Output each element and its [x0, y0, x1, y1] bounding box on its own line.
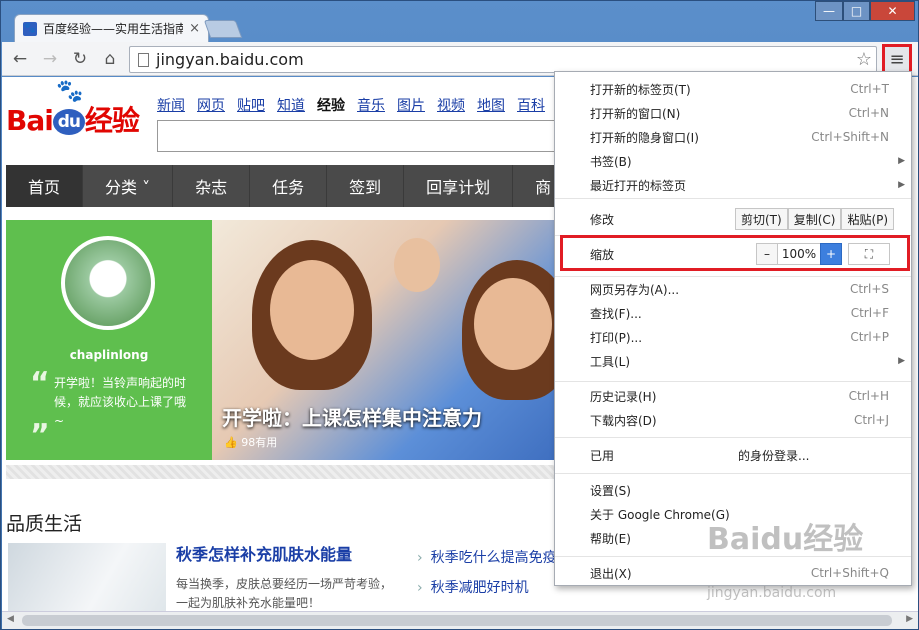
- forward-button[interactable]: →: [38, 47, 62, 71]
- related-link[interactable]: › 秋季吃什么提高免疫: [417, 547, 557, 567]
- close-quote-icon: ”: [30, 418, 50, 453]
- back-button[interactable]: ←: [8, 47, 32, 71]
- bookmark-star-icon[interactable]: ☆: [856, 49, 872, 70]
- submenu-arrow-icon: ▶: [898, 156, 905, 166]
- cut-button[interactable]: 剪切(T): [735, 208, 788, 230]
- scrollbar-thumb[interactable]: [22, 615, 892, 626]
- nav-item[interactable]: 杂志: [173, 165, 251, 207]
- username[interactable]: chaplinlong: [6, 348, 212, 362]
- top-nav: 新闻 网页 贴吧 知道 经验 音乐 图片 视频 地图 百科: [157, 95, 545, 115]
- article-desc: 每当换季，皮肤总要经历一场严苛考验，一起为肌肤补充水能量吧！: [176, 577, 393, 610]
- url-text[interactable]: jingyan.baidu.com: [156, 50, 304, 69]
- tab-close-icon[interactable]: ×: [189, 21, 200, 36]
- menu-exit[interactable]: 退出(X) Ctrl+Shift+Q: [555, 561, 911, 585]
- page-icon: [138, 52, 149, 67]
- related-link[interactable]: › 秋季减肥好时机: [417, 577, 557, 597]
- menu-item[interactable]: 打开新的窗口(N) Ctrl+N: [555, 101, 911, 125]
- menu-item[interactable]: 查找(F)... Ctrl+F: [555, 301, 911, 325]
- menu-item[interactable]: 下载内容(D) Ctrl+J: [555, 408, 911, 432]
- avatar[interactable]: [61, 236, 155, 330]
- tab-baidu-jingyan[interactable]: 🐾 百度经验——实用生活指南 ×: [14, 14, 209, 42]
- hero-likes: 👍 98有用: [224, 436, 278, 449]
- related-list: › 秋季吃什么提高免疫 › 秋季减肥好时机: [417, 547, 557, 607]
- menu-item[interactable]: 打印(P)... Ctrl+P: [555, 325, 911, 349]
- menu-item[interactable]: 设置(S): [555, 478, 911, 502]
- article-thumbnail[interactable]: [8, 543, 166, 611]
- profile-quote: 开学啦！当铃声响起的时候，就应该收心上课了哦~: [54, 376, 187, 428]
- fullscreen-button[interactable]: ⛶: [848, 243, 890, 265]
- nav-item[interactable]: 回享计划: [404, 165, 514, 207]
- menu-item[interactable]: 最近打开的标签页 ▶: [555, 173, 911, 197]
- nav-item[interactable]: 首页: [6, 165, 84, 207]
- submenu-arrow-icon: ▶: [898, 356, 905, 366]
- address-bar[interactable]: jingyan.baidu.com ☆: [129, 46, 877, 73]
- zoom-level: 100%: [777, 243, 821, 265]
- close-window-button[interactable]: ✕: [870, 1, 915, 21]
- menu-item[interactable]: 书签(B) ▶: [555, 149, 911, 173]
- search-input[interactable]: [157, 120, 577, 152]
- submenu-arrow-icon: ▶: [898, 180, 905, 190]
- top-nav-link[interactable]: 地图: [477, 95, 505, 115]
- article-title[interactable]: 秋季怎样补充肌肤水能量: [176, 541, 352, 565]
- chrome-menu-button[interactable]: ≡: [882, 44, 912, 74]
- divider-strip: [6, 465, 556, 479]
- top-nav-link[interactable]: 网页: [197, 95, 225, 115]
- horizontal-scrollbar[interactable]: ◀ ▶: [2, 611, 918, 629]
- menu-item[interactable]: 打开新的隐身窗口(I) Ctrl+Shift+N: [555, 125, 911, 149]
- new-tab-button[interactable]: [203, 20, 243, 38]
- scroll-left-icon[interactable]: ◀: [7, 614, 14, 624]
- maximize-button[interactable]: □: [843, 1, 870, 21]
- copy-button[interactable]: 复制(C): [787, 208, 842, 230]
- nav-item[interactable]: 签到: [327, 165, 405, 207]
- nav-item[interactable]: 任务: [250, 165, 328, 207]
- paste-button[interactable]: 粘贴(P): [841, 208, 895, 230]
- zoom-out-button[interactable]: –: [756, 243, 778, 265]
- chrome-menu: 打开新的标签页(T) Ctrl+T 打开新的窗口(N) Ctrl+N 打开新的隐身窗口(…: [554, 71, 912, 586]
- menu-item[interactable]: 打开新的标签页(T) Ctrl+T: [555, 77, 911, 101]
- paw-logo-icon: 🐾: [56, 79, 83, 104]
- menu-item[interactable]: 历史记录(H) Ctrl+H: [555, 384, 911, 408]
- menu-edit-row: 修改 剪切(T) 复制(C) 粘贴(P): [555, 207, 911, 231]
- user-profile-card: chaplinlong “ 开学啦！当铃声响起的时候，就应该收心上课了哦~ ”: [6, 220, 212, 460]
- top-nav-link[interactable]: 经验: [317, 95, 345, 115]
- baidu-jingyan-logo[interactable]: 🐾 Bai du 经验: [6, 79, 140, 139]
- top-nav-link[interactable]: 新闻: [157, 95, 185, 115]
- top-nav-link[interactable]: 知道: [277, 95, 305, 115]
- top-nav-link[interactable]: 图片: [397, 95, 425, 115]
- hero-caption[interactable]: 开学啦：上课怎样集中注意力: [222, 402, 482, 431]
- watermark: Baidu经验: [707, 522, 864, 557]
- top-nav-link[interactable]: 视频: [437, 95, 465, 115]
- open-quote-icon: “: [30, 366, 50, 401]
- menu-item[interactable]: 网页另存为(A)... Ctrl+S: [555, 277, 911, 301]
- main-nav-bar: 首页 分类 ˅ 杂志 任务 签到 回享计划商: [6, 165, 606, 207]
- browser-window: — □ ✕ 🐾 百度经验——实用生活指南 × ← → ↻ ⌂ jingyan.b…: [0, 0, 919, 630]
- section-title: 品质生活: [6, 513, 83, 535]
- top-nav-link[interactable]: 贴吧: [237, 95, 265, 115]
- watermark-sub: jingyan.baidu.com: [707, 585, 837, 601]
- menu-item[interactable]: 工具(L) ▶: [555, 349, 911, 373]
- paw-favicon-icon: 🐾: [23, 21, 37, 36]
- zoom-in-button[interactable]: +: [820, 243, 842, 265]
- home-button[interactable]: ⌂: [98, 47, 122, 71]
- reload-button[interactable]: ↻: [68, 47, 92, 71]
- minimize-button[interactable]: —: [815, 1, 843, 21]
- menu-signin[interactable]: 已用 的身份登录...: [555, 443, 911, 467]
- tab-title: 百度经验——实用生活指南: [43, 22, 184, 36]
- scroll-right-icon[interactable]: ▶: [906, 614, 913, 624]
- top-nav-link[interactable]: 百科: [517, 95, 545, 115]
- top-nav-link[interactable]: 音乐: [357, 95, 385, 115]
- nav-item[interactable]: 分类 ˅: [83, 165, 174, 207]
- hero-banner[interactable]: 开学啦：上课怎样集中注意力 👍 98有用: [212, 220, 572, 460]
